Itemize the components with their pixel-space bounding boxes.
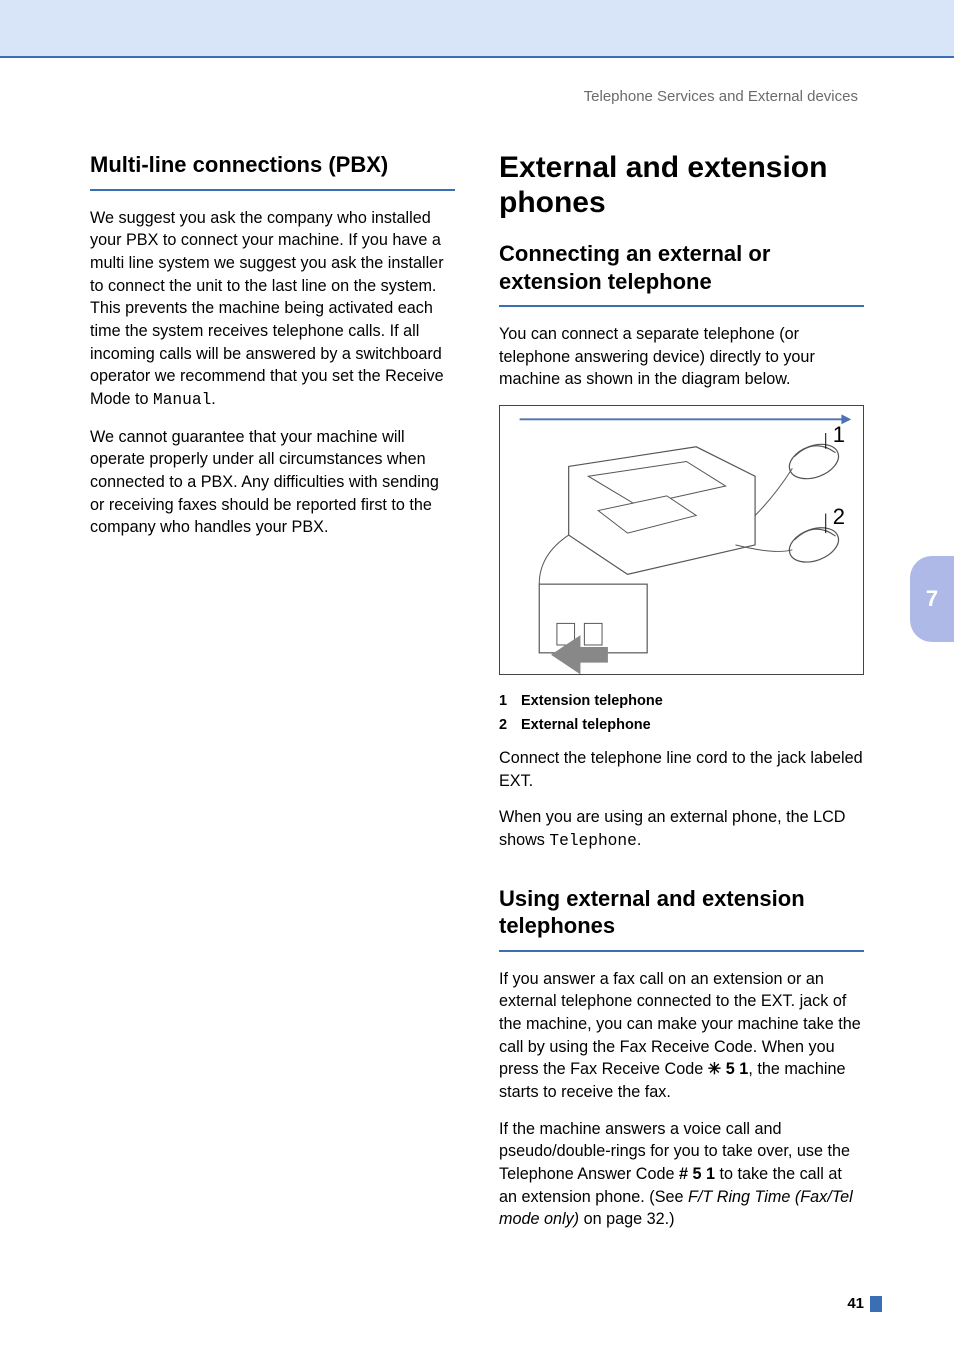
- pbx-paragraph-2: We cannot guarantee that your machine wi…: [90, 426, 455, 539]
- text: on page 32.): [579, 1210, 674, 1228]
- connecting-paragraph-3: When you are using an external phone, th…: [499, 806, 864, 852]
- legend-text: External telephone: [521, 717, 651, 733]
- using-paragraph-1: If you answer a fax call on an extension…: [499, 968, 864, 1104]
- left-column: Multi-line connections (PBX) We suggest …: [90, 151, 455, 1245]
- using-paragraph-2: If the machine answers a voice call and …: [499, 1118, 864, 1231]
- right-column: External and extension phones Connecting…: [499, 151, 864, 1245]
- inline-mono-manual: Manual: [153, 391, 211, 409]
- section-heading-pbx: Multi-line connections (PBX): [90, 151, 455, 179]
- connecting-paragraph-1: You can connect a separate telephone (or…: [499, 323, 864, 391]
- connection-diagram: 1 2: [499, 405, 864, 675]
- diagram-svg: [500, 406, 863, 674]
- telephone-answer-code: # 5 1: [679, 1165, 715, 1183]
- chapter-number: 7: [926, 586, 938, 612]
- legend-num: 2: [499, 717, 521, 733]
- main-heading-external-phones: External and extension phones: [499, 151, 864, 220]
- two-column-layout: Multi-line connections (PBX) We suggest …: [90, 151, 864, 1245]
- section-rule: [499, 950, 864, 952]
- section-heading-connecting: Connecting an external or extension tele…: [499, 240, 864, 295]
- text: .: [211, 390, 216, 408]
- text: .: [637, 831, 642, 849]
- fax-receive-code: ✳ 5 1: [708, 1060, 749, 1078]
- diagram-callout-1: 1: [833, 422, 845, 448]
- top-band: [0, 0, 954, 56]
- page: Telephone Services and External devices …: [0, 0, 954, 1348]
- text: We suggest you ask the company who insta…: [90, 209, 444, 408]
- inline-mono-telephone: Telephone: [549, 832, 636, 850]
- section-rule: [90, 189, 455, 191]
- section-heading-using: Using external and extension telephones: [499, 885, 864, 940]
- legend-item-1: 1Extension telephone: [499, 693, 864, 709]
- legend-item-2: 2External telephone: [499, 717, 864, 733]
- legend-num: 1: [499, 693, 521, 709]
- running-head: Telephone Services and External devices: [90, 88, 864, 105]
- page-number: 41: [847, 1295, 864, 1312]
- section-rule: [499, 305, 864, 307]
- pbx-paragraph-1: We suggest you ask the company who insta…: [90, 207, 455, 412]
- connecting-paragraph-2: Connect the telephone line cord to the j…: [499, 747, 864, 792]
- diagram-callout-2: 2: [833, 504, 845, 530]
- legend-text: Extension telephone: [521, 693, 663, 709]
- page-number-mark: [870, 1296, 882, 1312]
- chapter-tab: 7: [910, 556, 954, 642]
- content-area: Telephone Services and External devices …: [0, 58, 954, 1245]
